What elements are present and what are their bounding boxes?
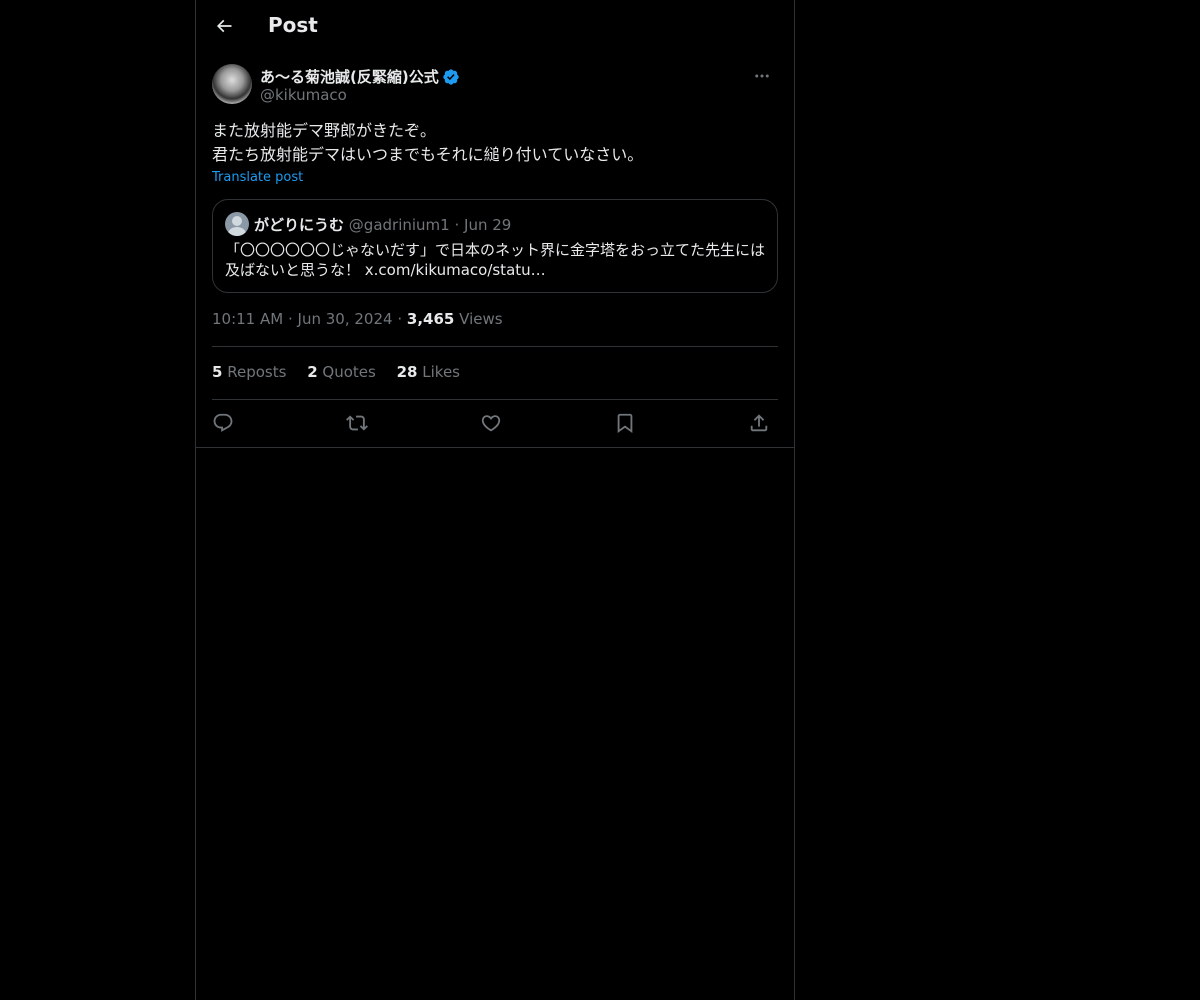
action-bar: [212, 410, 778, 436]
post-text: また放射能デマ野郎がきたぞ。 君たち放射能デマはいつまでもそれに縋り付いていなさ…: [212, 119, 778, 167]
reposts-count: 5: [212, 363, 223, 381]
share-icon: [750, 414, 768, 432]
quote-author-handle: @gadrinium1: [348, 216, 450, 234]
quote-author-name: がどりにうむ: [254, 216, 345, 234]
author-handle[interactable]: @kikumaco: [260, 86, 347, 104]
author-name[interactable]: あ〜る菊池誠(反緊縮)公式: [260, 66, 439, 87]
quote-date: Jun 29: [464, 216, 512, 234]
page-header: Post: [196, 0, 794, 53]
reply-icon: [213, 413, 233, 432]
likes-count: 28: [396, 363, 418, 381]
more-button[interactable]: [746, 64, 778, 88]
post-meta: 10:11 AM · Jun 30, 2024 · 3,465 Views: [212, 310, 503, 328]
repost-button[interactable]: [344, 410, 370, 436]
back-button[interactable]: [212, 14, 236, 38]
reposts-stat[interactable]: 5 Reposts: [212, 363, 286, 381]
views-count: 3,465: [406, 310, 455, 328]
quotes-label: Quotes: [322, 363, 376, 381]
post-time[interactable]: 10:11 AM: [212, 310, 283, 328]
reply-button[interactable]: [210, 410, 236, 436]
divider: [212, 346, 778, 347]
divider: [212, 399, 778, 400]
like-button[interactable]: [478, 410, 504, 436]
views-label: Views: [459, 310, 503, 328]
verified-badge-icon: [443, 68, 459, 85]
avatar[interactable]: [212, 64, 252, 104]
more-icon: [755, 74, 769, 78]
likes-stat[interactable]: 28 Likes: [397, 363, 460, 381]
quote-separator: ·: [454, 216, 460, 234]
repost-icon: [346, 415, 368, 431]
meta-separator: ·: [287, 310, 293, 328]
post-author: あ〜る菊池誠(反緊縮)公式 @kikumaco: [212, 64, 778, 106]
arrow-left-icon: [216, 19, 232, 33]
translate-post-link[interactable]: Translate post: [212, 170, 303, 185]
post-bottom-border: [196, 447, 794, 448]
main-column: Post あ〜る菊池誠(反緊縮)公式 @kikumaco また放射能デマ野郎がき…: [195, 0, 795, 1000]
post-stats: 5 Reposts 2 Quotes 28 Likes: [212, 363, 476, 381]
quotes-count: 2: [307, 363, 318, 381]
post-text-line: 君たち放射能デマはいつまでもそれに縋り付いていなさい。: [212, 145, 644, 164]
post-text-line: また放射能デマ野郎がきたぞ。: [212, 121, 437, 140]
page-title: Post: [268, 13, 318, 37]
quotes-stat[interactable]: 2 Quotes: [307, 363, 376, 381]
share-button[interactable]: [746, 410, 772, 436]
post-date[interactable]: Jun 30, 2024: [298, 310, 393, 328]
bookmark-button[interactable]: [612, 410, 638, 436]
likes-label: Likes: [422, 363, 460, 381]
quote-text-line: 及ばないと思うな！ x.com/kikumaco/statu…: [225, 261, 546, 279]
quote-text: 「〇〇〇〇〇〇じゃないだす」で日本のネット界に金字塔をおっ立てた先生には 及ばな…: [225, 240, 767, 280]
reposts-label: Reposts: [227, 363, 287, 381]
bookmark-icon: [617, 413, 633, 434]
quoted-post[interactable]: がどりにうむ @gadrinium1 · Jun 29 「〇〇〇〇〇〇じゃないだ…: [212, 199, 778, 293]
quote-avatar: [225, 212, 249, 236]
like-icon: [481, 415, 501, 432]
meta-separator: ·: [397, 310, 403, 328]
quote-text-line: 「〇〇〇〇〇〇じゃないだす」で日本のネット界に金字塔をおっ立てた先生には: [225, 241, 766, 259]
quote-header: がどりにうむ @gadrinium1 · Jun 29: [254, 214, 511, 235]
author-name-row[interactable]: あ〜る菊池誠(反緊縮)公式: [260, 66, 460, 87]
